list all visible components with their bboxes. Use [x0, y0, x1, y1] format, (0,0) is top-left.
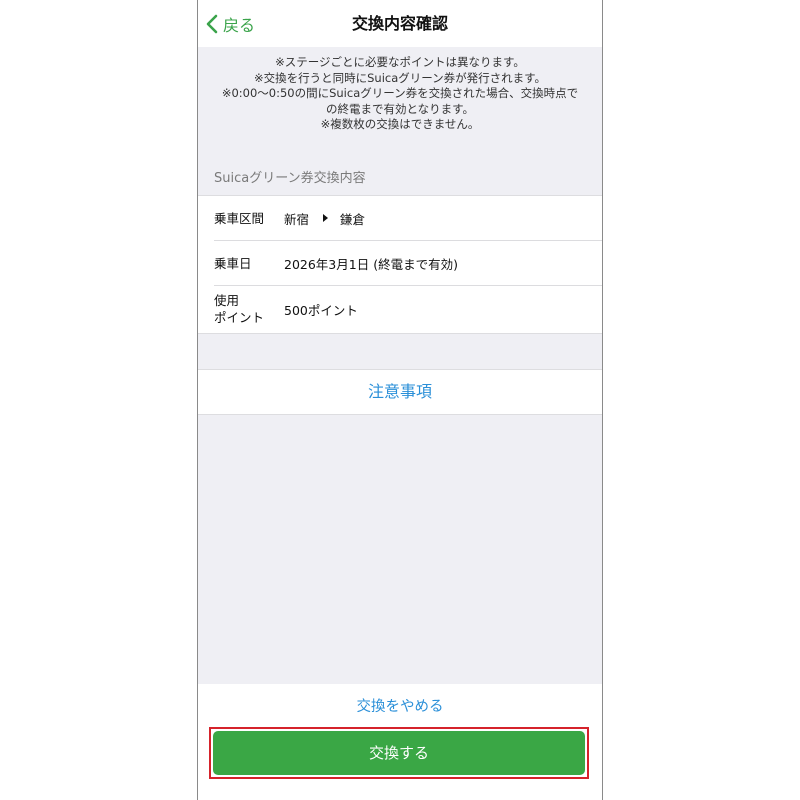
date-value: 2026年3月1日 (終電まで有効) [284, 256, 458, 272]
date-row: 乗車日 2026年3月1日 (終電まで有効) [198, 241, 602, 285]
note-line: ※0:00～0:50の間にSuicaグリーン券を交換された場合、交換時点で [221, 86, 579, 100]
points-row: 使用 ポイント 500ポイント [198, 286, 602, 332]
exchange-details: 乗車区間 新宿 鎌倉 乗車日 2026年3月1日 (終電まで有効) 使用 ポイン… [198, 195, 602, 334]
points-label-line1: 使用 [214, 293, 240, 308]
arrow-right-icon [323, 214, 329, 222]
page-title: 交換内容確認 [351, 14, 448, 33]
notice-link[interactable]: 注意事項 [198, 369, 602, 415]
cancel-exchange-link[interactable]: 交換をやめる [198, 696, 602, 718]
note-line: ※複数枚の交換はできません。 [320, 117, 480, 131]
date-label: 乗車日 [214, 255, 252, 271]
points-label-line2: ポイント [214, 310, 265, 325]
route-row: 乗車区間 新宿 鎌倉 [198, 196, 602, 240]
note-line: ※ステージごとに必要なポイントは異なります。 [275, 55, 525, 69]
notes-block: ※ステージごとに必要なポイントは異なります。 ※交換を行うと同時にSuicaグリ… [198, 47, 602, 157]
exchange-button[interactable]: 交換する [213, 731, 585, 775]
note-line: の終電まで有効となります。 [325, 101, 474, 116]
points-value: 500ポイント [284, 302, 358, 318]
section-header: Suicaグリーン券交換内容 [214, 171, 366, 186]
points-label: 使用 ポイント [214, 292, 264, 326]
note-line: ※交換を行うと同時にSuicaグリーン券が発行されます。 [253, 70, 547, 85]
bottom-actions: 交換をやめる 交換する [198, 684, 602, 800]
phone-screen: 戻る 交換内容確認 ※ステージごとに必要なポイントは異なります。 ※交換を行うと… [197, 0, 603, 800]
navigation-bar: 戻る 交換内容確認 [198, 0, 602, 47]
route-value: 新宿 鎌倉 [284, 209, 365, 228]
route-from: 新宿 [284, 211, 310, 227]
route-label: 乗車区間 [214, 210, 265, 226]
route-to: 鎌倉 [340, 211, 366, 227]
